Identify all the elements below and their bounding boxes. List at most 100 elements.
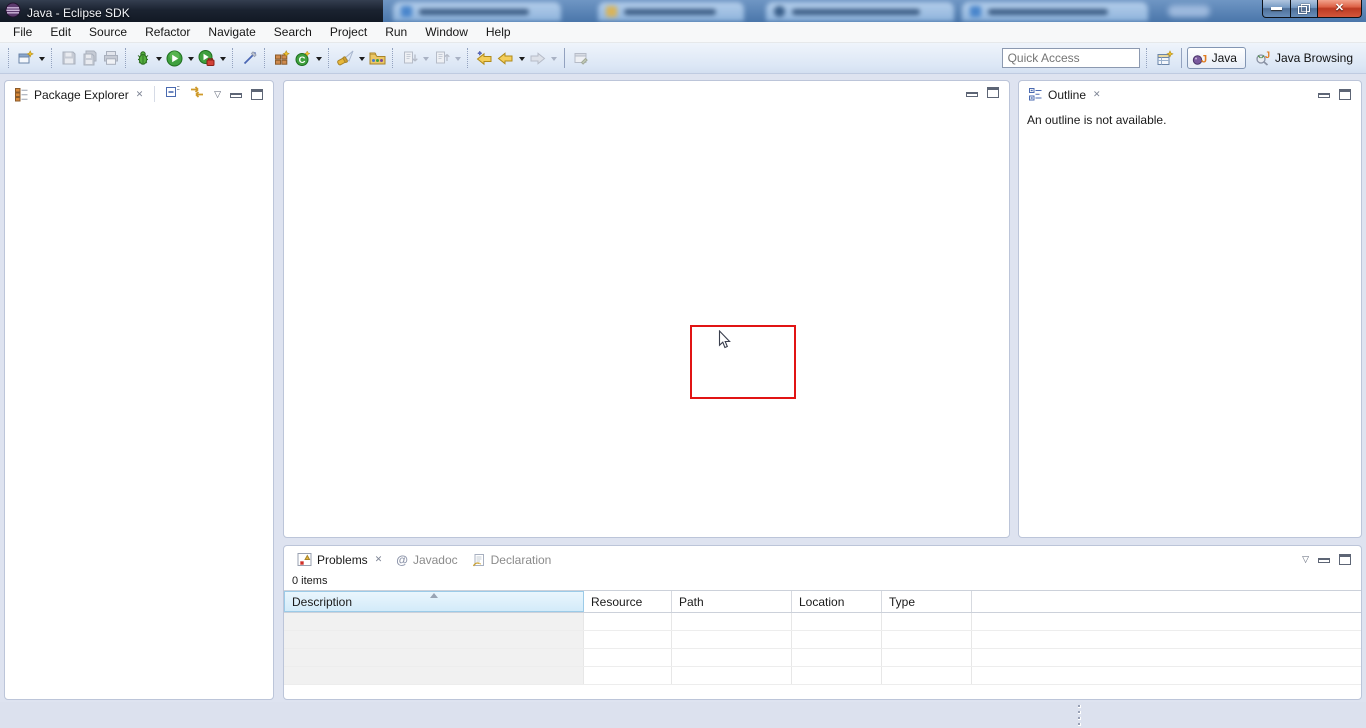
background-browser-tab bbox=[766, 2, 954, 21]
menu-window[interactable]: Window bbox=[416, 23, 477, 41]
package-explorer-header: Package Explorer ✕ ▽ bbox=[5, 81, 273, 107]
menu-file[interactable]: File bbox=[4, 23, 41, 41]
tab-javadoc[interactable]: @ Javadoc bbox=[389, 548, 464, 571]
problems-view: Problems ✕ @ Javadoc Declaration ▽ 0 ite… bbox=[283, 545, 1362, 700]
chevron-down-icon bbox=[188, 57, 194, 64]
last-edit-location-button[interactable] bbox=[474, 47, 495, 69]
view-menu-icon[interactable]: ▽ bbox=[214, 90, 221, 99]
problems-header: Problems ✕ @ Javadoc Declaration ▽ bbox=[284, 546, 1361, 572]
tab-outline[interactable]: Outline ✕ bbox=[1021, 82, 1108, 106]
background-browser-tab bbox=[393, 2, 561, 21]
new-java-project-button[interactable] bbox=[271, 47, 292, 69]
menu-refactor[interactable]: Refactor bbox=[136, 23, 199, 41]
toolbar-separator bbox=[564, 48, 565, 68]
menu-project[interactable]: Project bbox=[321, 23, 376, 41]
menu-run[interactable]: Run bbox=[376, 23, 416, 41]
search-dropdown[interactable] bbox=[356, 47, 367, 69]
perspective-java-button[interactable]: J Java bbox=[1187, 47, 1246, 69]
new-java-class-icon: C bbox=[294, 50, 311, 67]
close-tab-icon[interactable]: ✕ bbox=[375, 554, 383, 565]
quick-access-input[interactable] bbox=[1002, 48, 1140, 68]
last-edit-location-icon bbox=[476, 50, 493, 67]
close-tab-icon[interactable]: ✕ bbox=[136, 89, 144, 100]
open-task-button[interactable] bbox=[367, 47, 388, 69]
problems-items-count: 0 items bbox=[284, 572, 1361, 590]
perspective-java-browsing-button[interactable]: J Java Browsing bbox=[1250, 48, 1358, 68]
column-header-location[interactable]: Location bbox=[792, 591, 882, 612]
column-header-type[interactable]: Type bbox=[882, 591, 972, 612]
save-all-button[interactable] bbox=[79, 47, 100, 69]
debug-button[interactable] bbox=[132, 47, 153, 69]
tab-declaration[interactable]: Declaration bbox=[465, 548, 559, 571]
run-external-tools-icon bbox=[198, 50, 215, 67]
back-button[interactable] bbox=[495, 47, 516, 69]
chevron-down-icon bbox=[519, 57, 525, 64]
menu-help[interactable]: Help bbox=[477, 23, 520, 41]
close-tab-icon[interactable]: ✕ bbox=[1093, 89, 1101, 100]
forward-dropdown[interactable] bbox=[548, 47, 559, 69]
title-bar: Java - Eclipse SDK ✕ bbox=[0, 0, 1366, 22]
package-explorer-icon bbox=[14, 87, 29, 102]
tab-problems[interactable]: Problems ✕ bbox=[290, 547, 389, 571]
next-annotation-button[interactable] bbox=[399, 47, 420, 69]
package-explorer-body bbox=[5, 107, 273, 699]
previous-annotation-dropdown[interactable] bbox=[452, 47, 463, 69]
menu-edit[interactable]: Edit bbox=[41, 23, 80, 41]
pin-editor-button[interactable] bbox=[570, 47, 591, 69]
back-dropdown[interactable] bbox=[516, 47, 527, 69]
tab-package-explorer[interactable]: Package Explorer ✕ bbox=[7, 82, 150, 106]
menu-source[interactable]: Source bbox=[80, 23, 136, 41]
perspective-java-label: Java bbox=[1212, 51, 1237, 65]
new-wizard-dropdown[interactable] bbox=[36, 47, 47, 69]
previous-annotation-button[interactable] bbox=[431, 47, 452, 69]
run-external-tools-dropdown[interactable] bbox=[217, 47, 228, 69]
new-java-class-dropdown[interactable] bbox=[313, 47, 324, 69]
minimize-view-button[interactable] bbox=[1318, 558, 1330, 563]
tab-package-explorer-label: Package Explorer bbox=[34, 88, 129, 102]
link-with-editor-button[interactable] bbox=[189, 85, 205, 104]
window-restore-button[interactable] bbox=[1290, 0, 1318, 18]
run-dropdown[interactable] bbox=[185, 47, 196, 69]
toolbar-separator bbox=[125, 48, 128, 68]
red-annotation-box bbox=[690, 325, 796, 399]
minimize-editor-button[interactable] bbox=[966, 92, 978, 97]
chevron-down-icon bbox=[220, 57, 226, 64]
next-annotation-dropdown[interactable] bbox=[420, 47, 431, 69]
toggle-mark-occurrences-button[interactable] bbox=[239, 47, 260, 69]
forward-button[interactable] bbox=[527, 47, 548, 69]
debug-dropdown[interactable] bbox=[153, 47, 164, 69]
maximize-editor-button[interactable] bbox=[987, 87, 999, 98]
new-wizard-button[interactable] bbox=[15, 47, 36, 69]
maximize-view-button[interactable] bbox=[1339, 89, 1351, 100]
run-button[interactable] bbox=[164, 47, 185, 69]
open-perspective-button[interactable] bbox=[1155, 47, 1176, 69]
debug-icon bbox=[135, 50, 151, 66]
tab-declaration-label: Declaration bbox=[491, 553, 552, 567]
maximize-view-button[interactable] bbox=[1339, 554, 1351, 565]
back-icon bbox=[497, 50, 514, 67]
eclipse-logo-icon bbox=[5, 2, 21, 22]
column-header-description[interactable]: Description bbox=[284, 591, 584, 612]
run-external-tools-button[interactable] bbox=[196, 47, 217, 69]
column-header-resource[interactable]: Resource bbox=[584, 591, 672, 612]
tab-outline-label: Outline bbox=[1048, 88, 1086, 102]
header-separator bbox=[154, 86, 155, 102]
menu-search[interactable]: Search bbox=[265, 23, 321, 41]
new-java-class-button[interactable]: C bbox=[292, 47, 313, 69]
minimize-view-button[interactable] bbox=[230, 93, 242, 98]
collapse-all-button[interactable] bbox=[165, 84, 180, 104]
link-with-editor-icon bbox=[189, 85, 205, 99]
window-close-button[interactable]: ✕ bbox=[1317, 0, 1362, 18]
sort-ascending-icon bbox=[430, 593, 438, 598]
view-menu-icon[interactable]: ▽ bbox=[1302, 555, 1309, 564]
column-header-path[interactable]: Path bbox=[672, 591, 792, 612]
minimize-view-button[interactable] bbox=[1318, 93, 1330, 98]
statusbar-grip-handle[interactable] bbox=[1078, 705, 1081, 726]
menu-navigate[interactable]: Navigate bbox=[199, 23, 264, 41]
search-button[interactable] bbox=[335, 47, 356, 69]
outline-icon bbox=[1028, 87, 1043, 102]
window-minimize-button[interactable] bbox=[1262, 0, 1291, 18]
print-button[interactable] bbox=[100, 47, 121, 69]
save-button[interactable] bbox=[58, 47, 79, 69]
maximize-view-button[interactable] bbox=[251, 89, 263, 100]
